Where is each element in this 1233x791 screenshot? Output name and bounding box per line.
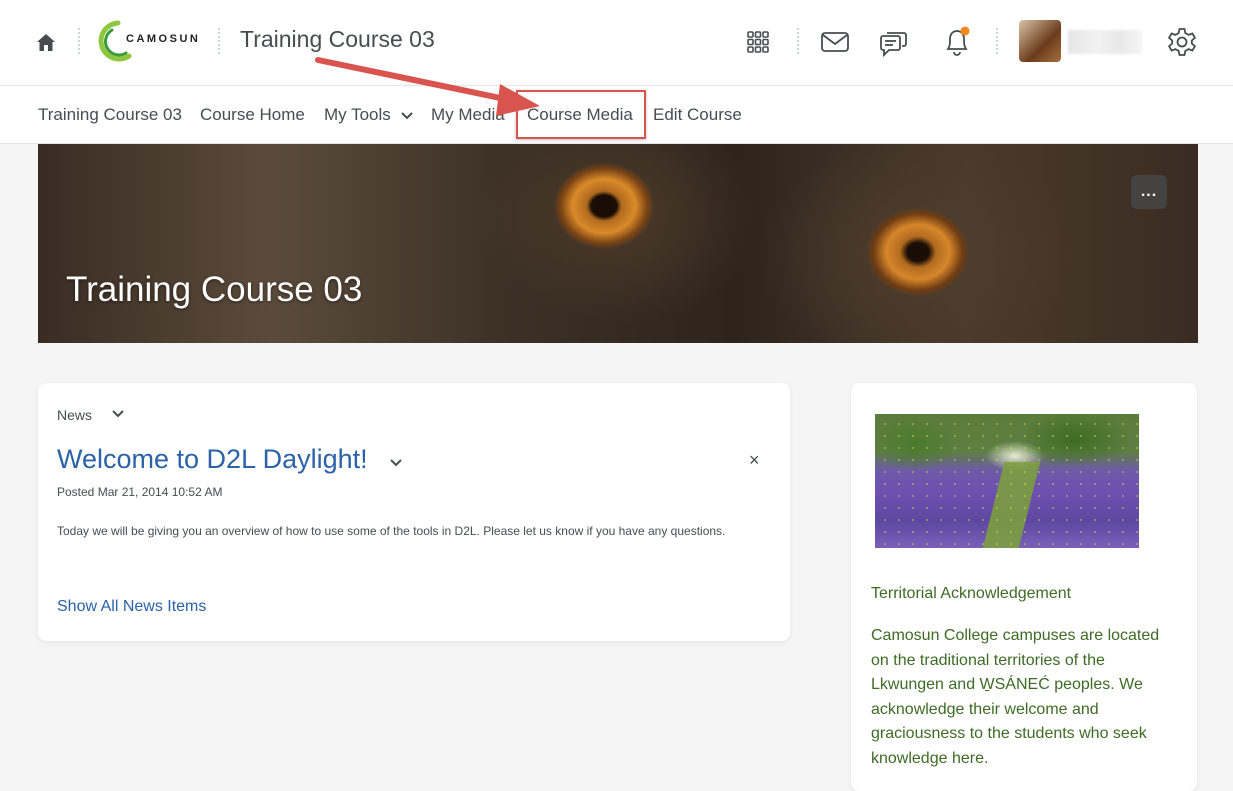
waffle-icon[interactable] xyxy=(743,27,773,57)
close-icon[interactable]: × xyxy=(749,450,760,471)
acknowledgement-body: Camosun College campuses are located on … xyxy=(871,627,1160,767)
chevron-down-icon[interactable] xyxy=(388,456,404,470)
news-posted-date: Posted Mar 21, 2014 10:52 AM xyxy=(57,485,223,499)
meadow-image xyxy=(875,414,1139,548)
nav-my-tools[interactable]: My Tools xyxy=(324,105,414,125)
banner-more-button[interactable]: ... xyxy=(1131,175,1167,209)
nav-course-home[interactable]: Course Home xyxy=(200,105,305,125)
news-widget-label[interactable]: News xyxy=(57,407,92,423)
course-banner-image xyxy=(38,144,1198,343)
news-item-title[interactable]: Welcome to D2L Daylight! xyxy=(57,444,368,475)
nav-my-tools-label: My Tools xyxy=(324,105,391,124)
separator xyxy=(996,28,998,54)
separator xyxy=(218,28,220,54)
logo-wordmark: CAMOSUN xyxy=(126,33,201,45)
separator xyxy=(78,28,80,54)
gear-icon[interactable] xyxy=(1164,24,1200,60)
acknowledgement-title: Territorial Acknowledgement xyxy=(871,585,1072,602)
banner-title: Training Course 03 xyxy=(66,270,363,309)
chevron-down-icon[interactable] xyxy=(110,406,126,422)
home-icon[interactable] xyxy=(34,30,58,54)
separator xyxy=(797,28,799,54)
bell-icon[interactable] xyxy=(940,24,974,58)
camosun-logo[interactable]: CAMOSUN xyxy=(96,20,212,62)
header-course-title[interactable]: Training Course 03 xyxy=(240,26,435,53)
show-all-news-link[interactable]: Show All News Items xyxy=(57,598,206,616)
news-item-body: Today we will be giving you an overview … xyxy=(57,524,726,538)
chat-icon[interactable] xyxy=(876,25,910,59)
nav-training-course[interactable]: Training Course 03 xyxy=(38,105,182,125)
nav-edit-course[interactable]: Edit Course xyxy=(653,105,742,125)
user-name-blurred[interactable] xyxy=(1068,30,1142,54)
highlight-box xyxy=(516,90,646,139)
meadow-flowers xyxy=(875,414,1139,548)
avatar[interactable] xyxy=(1019,20,1061,62)
chevron-down-icon xyxy=(400,111,413,119)
mail-icon[interactable] xyxy=(818,27,852,57)
nav-my-media[interactable]: My Media xyxy=(431,105,505,125)
